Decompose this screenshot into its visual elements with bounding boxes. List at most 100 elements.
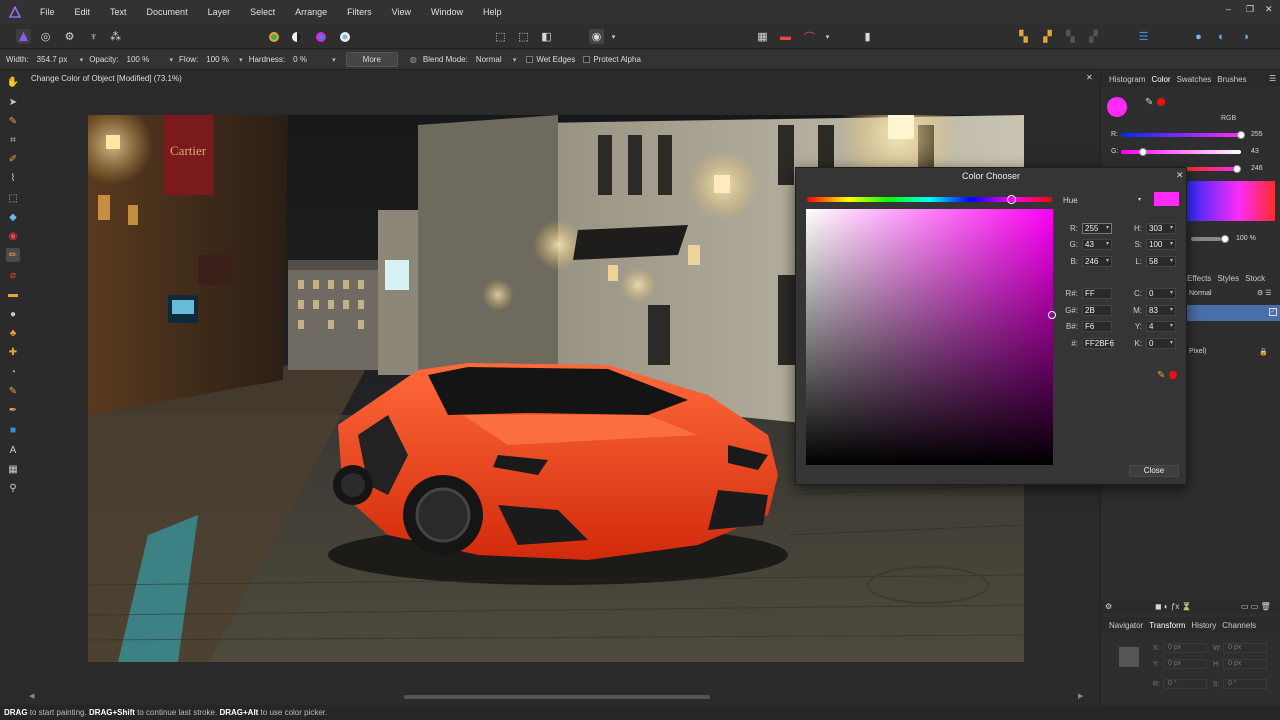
align-dropdown-icon[interactable]: ☰ bbox=[1136, 29, 1151, 44]
tab-color[interactable]: Color bbox=[1151, 75, 1170, 84]
quick-mask-icon[interactable]: ◉ bbox=[589, 29, 604, 44]
brush-settings-icon[interactable]: ◍ bbox=[410, 55, 417, 64]
tab-stock[interactable]: Stock bbox=[1245, 274, 1265, 283]
tab-styles[interactable]: Styles bbox=[1217, 274, 1239, 283]
scroll-thumb[interactable] bbox=[404, 695, 710, 699]
tab-effects[interactable]: Effects bbox=[1187, 274, 1211, 283]
panel-menu-icon[interactable]: ☰ bbox=[1269, 74, 1276, 83]
zoom-tool-icon[interactable]: ⚲ bbox=[6, 481, 20, 495]
healing-brush-icon[interactable]: ✚ bbox=[6, 345, 20, 359]
layer-blend-select[interactable]: Normal bbox=[1189, 290, 1212, 297]
opacity-slider[interactable] bbox=[1191, 237, 1221, 241]
h-field[interactable]: 303 ▾ bbox=[1146, 223, 1176, 234]
dialog-eyedropper-icon[interactable]: ✎ bbox=[1157, 370, 1165, 381]
close-document-icon[interactable]: ✕ bbox=[1086, 73, 1093, 82]
c-field-stepper-icon[interactable]: ▾ bbox=[1170, 289, 1173, 298]
opacity-slider-knob[interactable] bbox=[1221, 235, 1229, 243]
color-spectrum-strip[interactable] bbox=[1187, 181, 1275, 221]
layer-actions-icons[interactable]: ◼ ◐ ƒx ⏳ bbox=[1155, 602, 1192, 611]
menu-window[interactable]: Window bbox=[421, 0, 473, 24]
menu-layer[interactable]: Layer bbox=[198, 0, 241, 24]
g-value[interactable]: 43 bbox=[1251, 148, 1259, 155]
auto-colors-icon[interactable] bbox=[313, 29, 328, 44]
mesh-warp-icon[interactable]: ▦ bbox=[6, 462, 20, 476]
hex-field[interactable]: FF2BF6 bbox=[1082, 338, 1114, 349]
transform-anchor-icon[interactable] bbox=[1119, 647, 1139, 667]
layer-lock-icon[interactable]: 🔒 bbox=[1259, 348, 1268, 356]
menu-help[interactable]: Help bbox=[473, 0, 512, 24]
smudge-brush-icon[interactable]: ✎ bbox=[6, 384, 20, 398]
eyedropper-icon[interactable]: ✎ bbox=[1145, 97, 1153, 108]
menu-arrange[interactable]: Arrange bbox=[285, 0, 337, 24]
export-persona-icon[interactable]: ⁂ bbox=[108, 29, 123, 44]
menu-document[interactable]: Document bbox=[137, 0, 198, 24]
tab-brushes[interactable]: Brushes bbox=[1217, 75, 1246, 84]
y-field[interactable]: 0 px bbox=[1163, 659, 1207, 669]
minimize-icon[interactable]: – bbox=[1226, 4, 1231, 14]
color-field-cursor[interactable] bbox=[1048, 311, 1056, 319]
paint-brush-tool-icon[interactable]: ✏ bbox=[6, 248, 20, 262]
menu-view[interactable]: View bbox=[382, 0, 421, 24]
dodge-brush-icon[interactable]: ▬ bbox=[6, 287, 20, 301]
l-field-stepper-icon[interactable]: ▾ bbox=[1170, 257, 1173, 266]
menu-file[interactable]: File bbox=[30, 0, 65, 24]
color-mode-select[interactable]: RGB bbox=[1221, 115, 1236, 122]
dialog-close-icon[interactable]: ✕ bbox=[1176, 170, 1184, 181]
menu-text[interactable]: Text bbox=[100, 0, 137, 24]
scroll-left-icon[interactable]: ◀ bbox=[29, 692, 34, 700]
tab-swatches[interactable]: Swatches bbox=[1177, 75, 1212, 84]
auto-contrast-icon[interactable] bbox=[289, 29, 304, 44]
b-slider[interactable] bbox=[1181, 167, 1241, 171]
opacity-dropdown-icon[interactable]: ▾ bbox=[170, 56, 174, 64]
boolean-subtract-icon[interactable]: ◐ bbox=[1214, 29, 1229, 44]
flood-fill-icon[interactable]: ◆ bbox=[6, 210, 20, 224]
hardness-dropdown-icon[interactable]: ▾ bbox=[332, 56, 336, 64]
flow-dropdown-icon[interactable]: ▾ bbox=[239, 56, 243, 64]
restore-icon[interactable]: ❐ bbox=[1246, 4, 1254, 15]
flow-field[interactable]: 100 % bbox=[206, 55, 236, 64]
bhex-field[interactable]: F6 bbox=[1082, 321, 1112, 332]
selection-brush-icon[interactable]: ✐ bbox=[6, 152, 20, 166]
color-picker-tool-icon[interactable]: ✎ bbox=[6, 114, 20, 128]
x-field[interactable]: 0 px bbox=[1163, 643, 1207, 653]
width-dropdown-icon[interactable]: ▾ bbox=[80, 56, 84, 64]
hardness-field[interactable]: 0 % bbox=[293, 55, 329, 64]
rhex-field[interactable]: FF bbox=[1082, 288, 1112, 299]
close-window-icon[interactable]: ✕ bbox=[1265, 4, 1273, 15]
wet-edges-box[interactable] bbox=[526, 56, 534, 64]
s-field[interactable]: 100 ▾ bbox=[1146, 239, 1176, 250]
red-eye-icon[interactable]: ◔ bbox=[6, 365, 20, 379]
menu-filters[interactable]: Filters bbox=[337, 0, 382, 24]
r-value[interactable]: 255 bbox=[1251, 131, 1263, 138]
b-value[interactable]: 246 bbox=[1251, 165, 1263, 172]
move-tool-icon[interactable]: ➤ bbox=[6, 95, 20, 109]
layer-settings-icon[interactable]: ⚙ ☰ bbox=[1257, 289, 1272, 297]
r-field[interactable]: 255 ▾ bbox=[1082, 223, 1112, 234]
y-field-stepper-icon[interactable]: ▾ bbox=[1170, 322, 1173, 331]
blend-mode-select[interactable]: Normal bbox=[476, 55, 510, 64]
opacity-field[interactable]: 100 % bbox=[127, 55, 167, 64]
selected-layer-row[interactable] bbox=[1187, 305, 1280, 321]
g-slider-knob[interactable] bbox=[1139, 148, 1147, 156]
hue-slider-knob[interactable] bbox=[1007, 195, 1016, 204]
rotation-field[interactable]: 0 ° bbox=[1163, 679, 1207, 689]
protect-alpha-checkbox[interactable]: Protect Alpha bbox=[583, 55, 641, 64]
saturation-lightness-field[interactable] bbox=[806, 209, 1053, 465]
snapping-icon[interactable]: ⌒ bbox=[802, 29, 817, 44]
wet-edges-checkbox[interactable]: Wet Edges bbox=[526, 55, 575, 64]
width-field[interactable]: 354.7 px bbox=[37, 55, 77, 64]
layer-visibility-checkbox[interactable]: ✓ bbox=[1269, 308, 1277, 316]
r-field-stepper-icon[interactable]: ▾ bbox=[1106, 224, 1109, 233]
brush-context-icon[interactable]: ▮ bbox=[860, 29, 875, 44]
tab-history[interactable]: History bbox=[1191, 621, 1216, 630]
g-field[interactable]: 43 ▾ bbox=[1082, 239, 1112, 250]
affinity-logo-icon[interactable] bbox=[0, 0, 30, 24]
primary-color-swatch[interactable] bbox=[1107, 97, 1127, 117]
menu-edit[interactable]: Edit bbox=[65, 0, 101, 24]
r-slider[interactable] bbox=[1121, 133, 1241, 137]
pen-tool-icon[interactable]: ✒ bbox=[6, 403, 20, 417]
grid-icon[interactable]: ▦ bbox=[755, 29, 770, 44]
opacity-value[interactable]: 100 % bbox=[1236, 235, 1256, 242]
deselect-icon[interactable]: ⬚ bbox=[516, 29, 531, 44]
marquee-select-icon[interactable]: ⬚ bbox=[493, 29, 508, 44]
